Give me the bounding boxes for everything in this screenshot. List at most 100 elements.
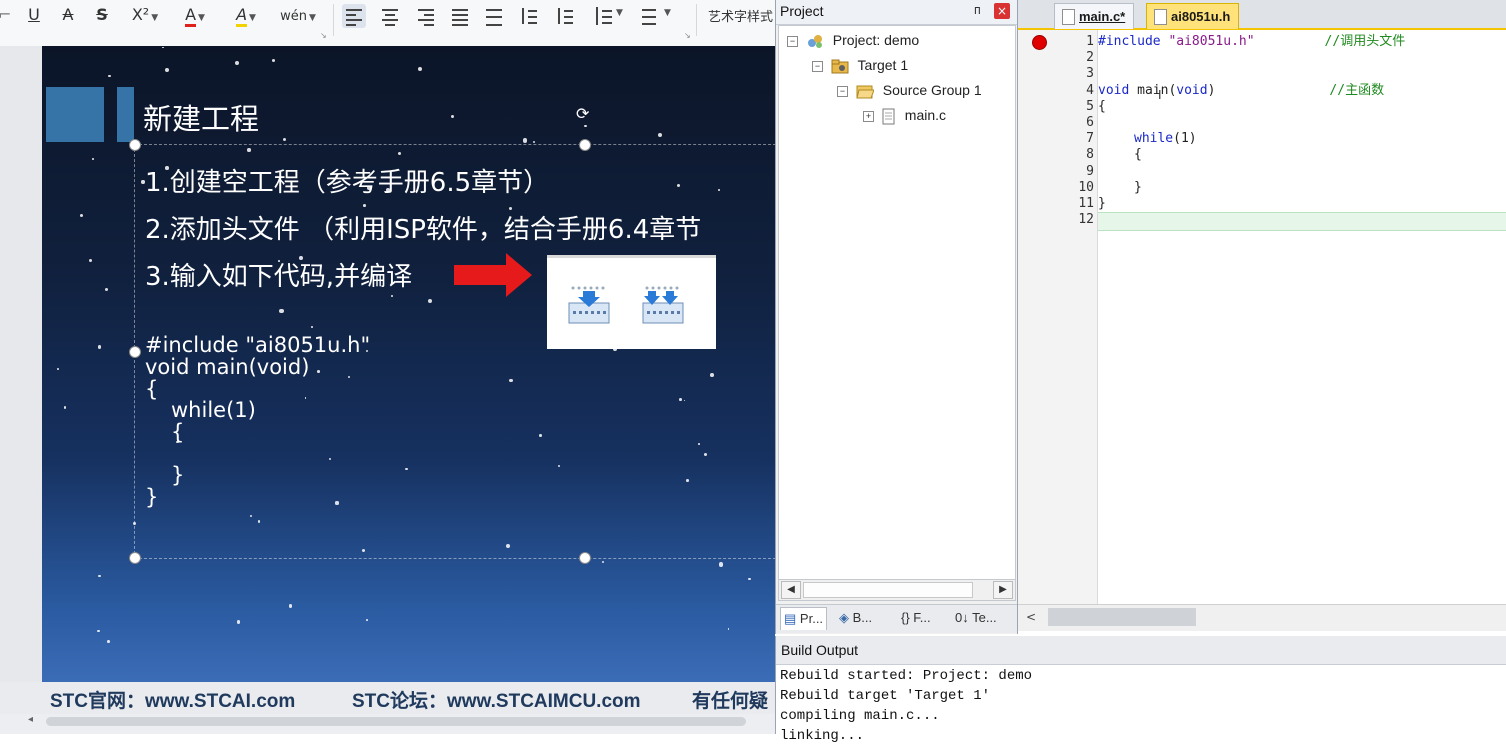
line-number-gutter[interactable]: 1 2 3 4 5 6 7 8 9 10 11 12 [1018,30,1098,604]
slide-panel-edge [0,46,42,682]
tab-project[interactable]: ▤ Pr... [780,607,828,630]
distributed-align-button[interactable] [482,4,506,28]
increase-spacing-icon[interactable] [552,4,576,28]
rotate-handle-icon[interactable]: ⟳ [576,104,589,123]
line-number: 1 [1086,34,1094,49]
code-line: } [145,485,159,509]
footer-site: STC官网：www.STCAI.com [50,691,296,712]
star-dot [97,629,100,633]
decrease-spacing-icon[interactable] [516,4,540,28]
align-center-button[interactable] [378,4,402,28]
ribbon-overflow[interactable]: ⌐ [0,3,11,27]
chevron-down-icon: ▼ [249,13,256,23]
tab-functions[interactable]: {} F... [898,607,934,629]
line-spacing-button[interactable]: ▼ [592,4,626,28]
tree-item-target[interactable]: − Target 1 [812,54,908,76]
resize-handle[interactable] [129,346,141,358]
slide-footer: STC官网：www.STCAI.com STC论坛：www.STCAIMCU.c… [0,682,775,714]
breakpoint-icon[interactable] [1032,35,1047,50]
step-line-1: 1.创建空工程（参考手册6.5章节） [145,168,550,198]
close-icon[interactable]: × [994,3,1010,19]
expand-icon[interactable]: + [863,110,874,122]
pin-icon[interactable]: ᴨ [974,3,981,17]
double-strike-button[interactable]: S [92,3,112,27]
chevron-down-icon: ▼ [664,8,671,18]
scroll-thumb[interactable] [1048,608,1196,626]
tab-ai8051u-h[interactable]: ai8051u.h [1146,3,1240,29]
line-number: 9 [1086,164,1094,179]
tree-item-label: Source Group 1 [882,82,982,98]
text-cursor-icon: I [1158,88,1162,102]
footer-question: 有任何疑 [692,691,769,712]
tree-item-main-c[interactable]: + main.c [863,104,946,126]
tab-templates[interactable]: 0↓ Te... [952,607,1000,629]
scroll-left-icon[interactable]: ◀ [781,581,801,599]
editor-horizontal-scrollbar[interactable]: < [1018,604,1506,631]
tree-item-label: main.c [904,107,947,123]
star-dot [522,138,528,143]
justify-button[interactable] [448,4,472,28]
build-output-title: Build Output [781,642,859,658]
build-output-header: Build Output [776,636,1506,665]
star-dot [162,46,165,49]
project-panel: Project ᴨ × − Project: demo − Target 1 −… [775,0,1018,634]
scroll-thumb[interactable] [803,582,973,598]
line-number: 11 [1078,196,1094,211]
project-tab-icon: ▤ [784,611,797,626]
superscript-button[interactable]: X² ▼ [128,3,162,27]
strikethrough-button[interactable]: A [58,3,78,27]
tree-item-project[interactable]: − Project: demo [787,29,919,51]
highlight-button[interactable]: A ▼ [226,3,266,27]
tree-item-label: Project: demo [832,32,920,48]
tab-books[interactable]: ◈ B... [836,607,875,629]
tree-item-source-group[interactable]: − Source Group 1 [837,79,982,101]
scroll-left-icon[interactable]: < [1026,610,1036,624]
collapse-icon[interactable]: − [837,85,848,97]
align-left-button[interactable] [342,4,366,28]
underline-button[interactable]: U [24,3,44,27]
star-dot [105,288,109,292]
scroll-left-icon[interactable]: ◂ [28,714,33,725]
star-dot [283,138,287,142]
chevron-down-icon: ▼ [198,13,205,23]
tree-horizontal-scrollbar[interactable]: ◀ ▶ [778,579,1016,601]
star-dot [601,561,604,564]
slide-horizontal-scrollbar[interactable]: ◂ [26,714,775,728]
scroll-right-icon[interactable]: ▶ [993,581,1013,599]
line-number: 7 [1086,131,1094,146]
tab-label: B... [852,610,873,625]
project-panel-title: Project [780,3,824,19]
align-right-button[interactable] [414,4,438,28]
resize-handle[interactable] [129,139,141,151]
scroll-thumb[interactable] [46,717,746,726]
resize-handle[interactable] [579,139,591,151]
file-icon [1154,9,1167,25]
build-output-line: linking... [780,728,865,744]
line-number: 6 [1086,115,1094,130]
tab-label: ai8051u.h [1171,9,1231,24]
line-number: 3 [1086,66,1094,81]
code-line-4: void main(void)//主函数 [1098,83,1384,99]
step-line-2: 2.添加头文件 （利用ISP软件，结合手册6.4章节 [145,215,702,245]
phonetic-guide-button[interactable]: wén ▼ [276,3,320,27]
font-color-button[interactable]: A ▼ [176,3,214,27]
code-line: while(1) [171,398,256,422]
resize-handle[interactable] [129,552,141,564]
collapse-icon[interactable]: − [812,60,823,72]
collapse-icon[interactable]: − [787,35,798,47]
tab-main-c[interactable]: main.c* [1054,3,1135,29]
paragraph-dialog-launcher-icon[interactable]: ↘ [684,31,691,40]
resize-handle[interactable] [579,552,591,564]
wordart-styles-label[interactable]: 艺术字样式 [708,6,773,25]
code-token: #include [1098,34,1161,49]
tree-item-label: Target 1 [857,57,909,73]
ribbon-divider [333,4,334,36]
title-accent-bar [117,87,134,142]
star-dot [107,640,111,644]
superscript-label: X² [131,5,150,24]
font-dialog-launcher-icon[interactable]: ↘ [320,31,327,40]
text-direction-button[interactable]: ▼ [638,4,678,28]
file-icon [882,108,895,125]
slide-canvas[interactable]: 新建工程 ⟳ 1.创建空工程（参考手册6.5章节） 2.添加头文件 （利用ISP… [42,46,775,682]
slide-title[interactable]: 新建工程 [143,96,259,138]
